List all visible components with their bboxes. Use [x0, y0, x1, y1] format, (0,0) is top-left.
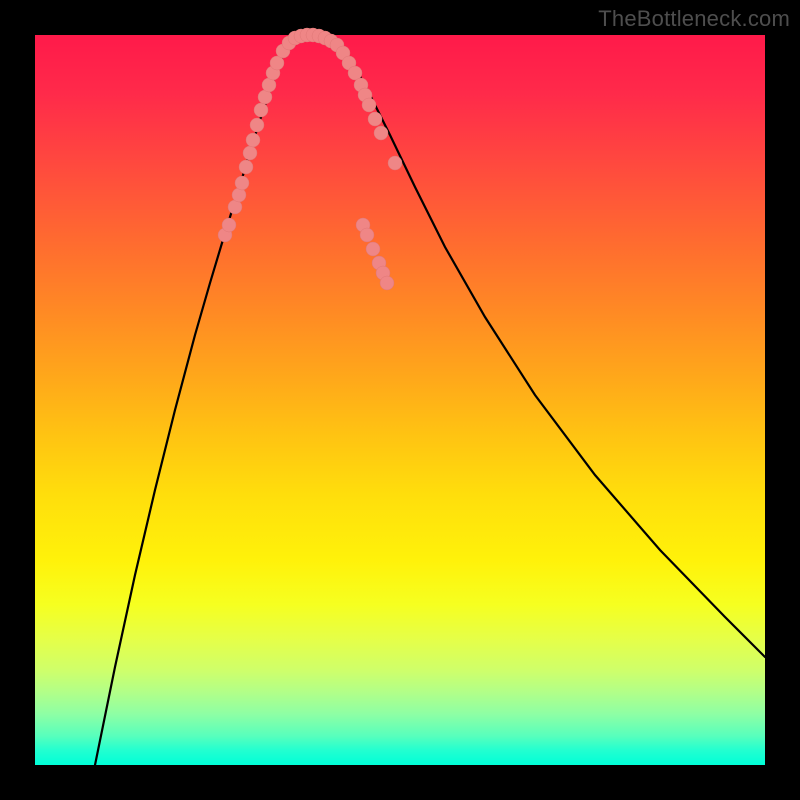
- data-point: [366, 242, 380, 256]
- data-point: [388, 156, 402, 170]
- data-point: [368, 112, 382, 126]
- data-point: [380, 276, 394, 290]
- data-point: [246, 133, 260, 147]
- plot-area: [35, 35, 765, 765]
- data-point: [222, 218, 236, 232]
- chart-svg: [35, 35, 765, 765]
- data-point: [232, 188, 246, 202]
- data-point: [250, 118, 264, 132]
- data-point: [360, 228, 374, 242]
- data-point: [235, 176, 249, 190]
- data-point: [374, 126, 388, 140]
- data-point: [243, 146, 257, 160]
- dots-group: [218, 28, 402, 290]
- watermark-text: TheBottleneck.com: [598, 6, 790, 32]
- data-point: [254, 103, 268, 117]
- bottleneck-curve: [95, 35, 765, 765]
- curve-group: [95, 35, 765, 765]
- data-point: [362, 98, 376, 112]
- data-point: [239, 160, 253, 174]
- chart-frame: TheBottleneck.com: [0, 0, 800, 800]
